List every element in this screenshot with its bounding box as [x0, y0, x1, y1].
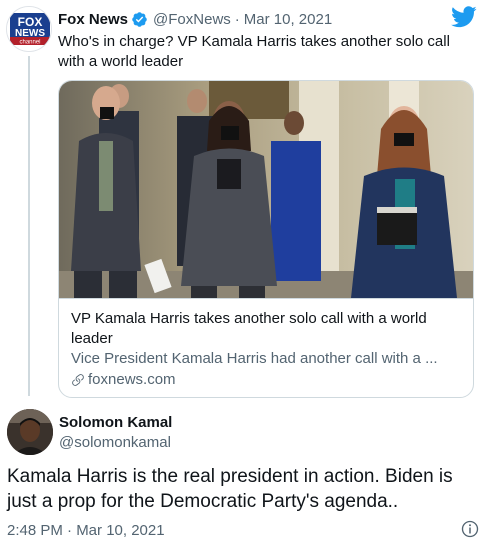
- svg-text:channel: channel: [19, 40, 40, 46]
- card-description: Vice President Kamala Harris had another…: [71, 350, 438, 367]
- user-avatar-photo: [7, 409, 53, 455]
- quoted-tweet-text: Who's in charge? VP Kamala Harris takes …: [58, 33, 450, 70]
- separator-dot: ·: [234, 10, 240, 28]
- author-name[interactable]: Solomon Kamal: [59, 414, 172, 431]
- author-handle[interactable]: @FoxNews: [153, 11, 231, 28]
- tweet-date[interactable]: Mar 10, 2021: [244, 11, 332, 28]
- svg-text:FOX: FOX: [18, 15, 43, 29]
- thread-connector-line: [28, 56, 30, 396]
- twitter-bird-icon[interactable]: [451, 6, 477, 33]
- verified-badge-icon: [131, 11, 148, 28]
- author-handle[interactable]: @solomonkamal: [59, 434, 171, 451]
- user-avatar[interactable]: [7, 409, 53, 455]
- quoted-tweet-header: Fox News @FoxNews · Mar 10, 2021: [58, 8, 483, 30]
- card-domain[interactable]: foxnews.com: [71, 370, 463, 390]
- tweet-text: Kamala Harris is the real president in a…: [7, 466, 453, 512]
- fox-news-logo: FOX NEWS channel: [7, 7, 51, 51]
- link-icon: [72, 374, 84, 386]
- card-text-area: VP Kamala Harris takes another solo call…: [59, 298, 473, 390]
- svg-text:NEWS: NEWS: [15, 28, 45, 39]
- card-domain-text: foxnews.com: [88, 371, 176, 388]
- link-preview-card[interactable]: VP Kamala Harris takes another solo call…: [58, 80, 474, 398]
- author-name[interactable]: Fox News: [58, 11, 128, 28]
- tweet-timestamp[interactable]: 2:48 PM · Mar 10, 2021: [7, 522, 165, 539]
- fox-news-avatar[interactable]: FOX NEWS channel: [6, 6, 52, 52]
- quoted-tweet[interactable]: FOX NEWS channel Fox News @FoxNews · Mar…: [0, 0, 489, 400]
- info-icon[interactable]: [461, 520, 479, 543]
- article-photo: [59, 81, 473, 298]
- card-title[interactable]: VP Kamala Harris takes another solo call…: [71, 309, 463, 349]
